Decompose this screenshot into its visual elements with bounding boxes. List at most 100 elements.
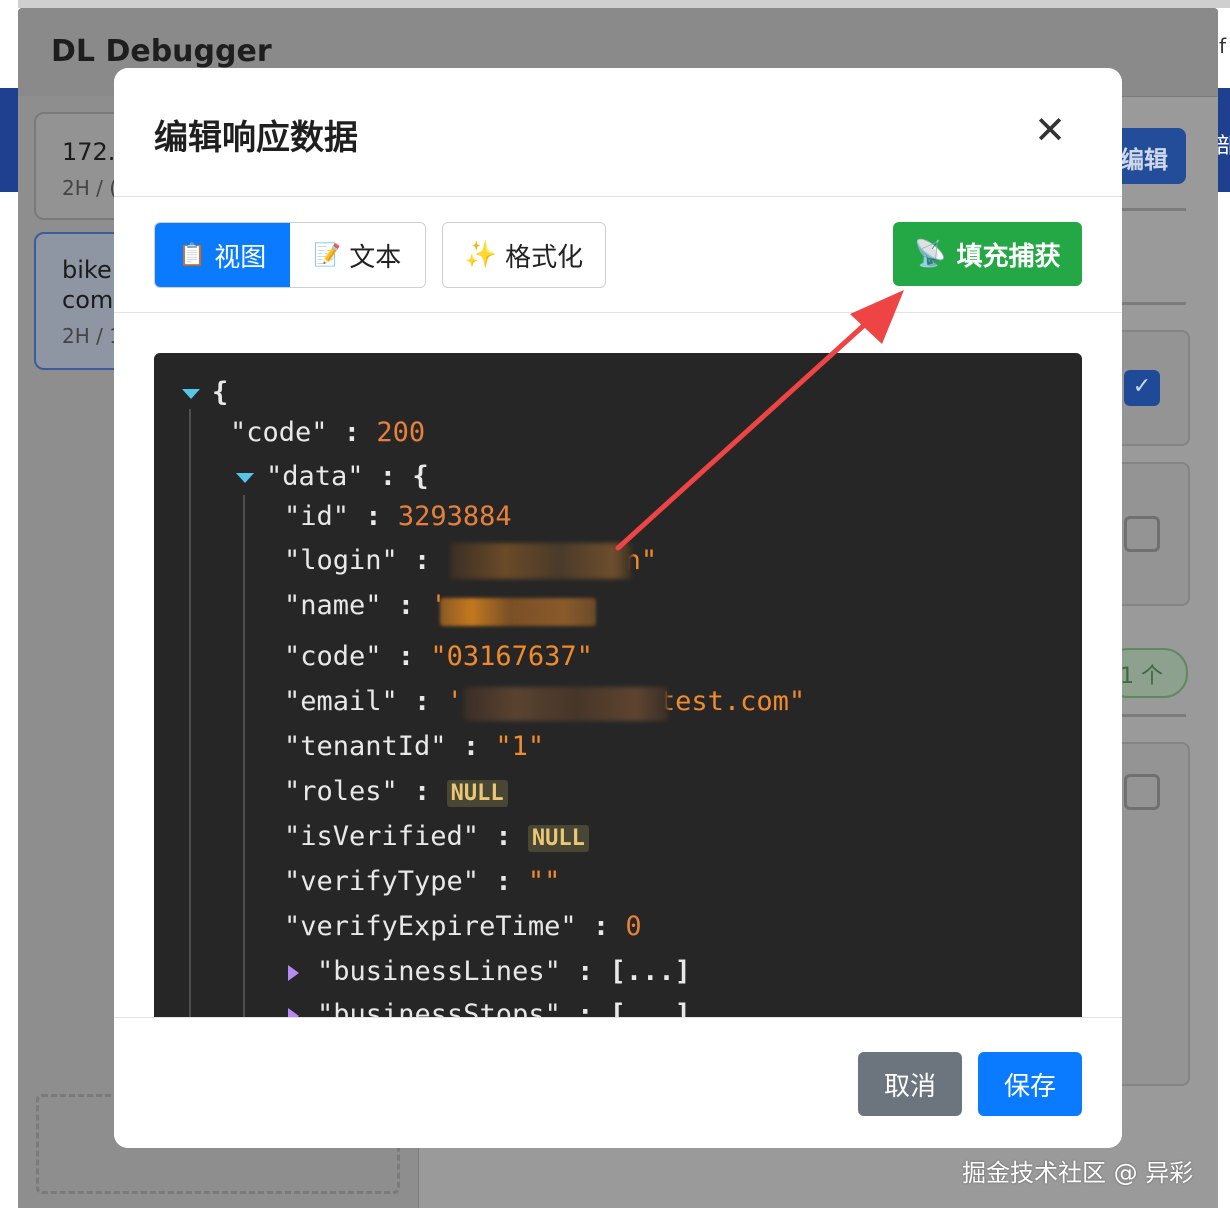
- json-sep: :: [349, 501, 398, 532]
- json-root-line[interactable]: {: [182, 377, 228, 408]
- edit-button-label: 编辑: [1120, 146, 1168, 174]
- checkbox[interactable]: [1124, 774, 1160, 810]
- divider: [1118, 714, 1186, 717]
- modal-header: 编辑响应数据 ✕: [114, 68, 1122, 197]
- tab-text[interactable]: 📝 文本: [290, 223, 425, 287]
- cancel-button[interactable]: 取消: [858, 1052, 962, 1116]
- json-tree-editor[interactable]: { "code" : 200 "data" : { "id" : 3293884…: [154, 353, 1082, 1017]
- checkbox[interactable]: [1124, 516, 1160, 552]
- json-key: "businessLines": [317, 956, 561, 987]
- json-line-data[interactable]: "data" : {: [236, 461, 429, 492]
- json-key: "code": [284, 641, 382, 672]
- indent-guide: [189, 409, 191, 1017]
- json-sep: :: [560, 956, 610, 987]
- fill-capture-label: 填充捕获: [956, 241, 1061, 272]
- json-line-roles[interactable]: "roles" : NULL: [284, 776, 508, 807]
- count-pill-label: 1 个: [1120, 664, 1163, 689]
- json-sep: :: [327, 417, 377, 448]
- checkbox-checked[interactable]: ✓: [1124, 370, 1160, 406]
- expand-arrow-icon[interactable]: [288, 1007, 299, 1017]
- json-value: 3293884: [397, 501, 512, 532]
- format-button-label: 格式化: [505, 242, 584, 273]
- tab-view-label: 视图: [214, 242, 267, 273]
- json-key: "id": [284, 501, 350, 532]
- json-sep: :: [446, 731, 496, 762]
- clipboard-icon: 📋: [178, 242, 207, 268]
- json-line-name[interactable]: "name" : ': [284, 590, 447, 621]
- json-sep: :: [381, 590, 431, 621]
- json-key: "data": [266, 461, 364, 492]
- json-key: "businessStops": [317, 999, 561, 1017]
- app-title: DL Debugger: [51, 34, 272, 69]
- format-button[interactable]: ✨ 格式化: [442, 222, 606, 288]
- json-key: "roles": [284, 776, 398, 807]
- json-key: "code": [230, 417, 328, 448]
- clipped-text: f: [1219, 34, 1227, 58]
- json-sep: :: [576, 911, 626, 942]
- modal-toolbar: 📋 视图 📝 文本 ✨ 格式化 📡 填充捕获: [114, 197, 1122, 313]
- collapse-arrow-icon[interactable]: [236, 472, 254, 483]
- save-button[interactable]: 保存: [978, 1052, 1082, 1116]
- json-key: "email": [284, 686, 398, 717]
- json-brace: {: [412, 461, 429, 492]
- json-key: "tenantId": [284, 731, 447, 762]
- memo-icon: 📝: [313, 242, 342, 268]
- sparkles-icon: ✨: [464, 240, 498, 270]
- json-collapsed-array: [...]: [609, 999, 691, 1017]
- request-host: bike: [62, 256, 112, 284]
- clipped-banner-text: 部: [1216, 134, 1230, 159]
- json-line-businessstops[interactable]: "businessStops" : [...]: [288, 999, 691, 1017]
- fill-capture-button[interactable]: 📡 填充捕获: [893, 222, 1082, 286]
- tab-text-label: 文本: [349, 242, 402, 273]
- json-brace: {: [212, 377, 229, 408]
- json-value: "03167637": [430, 641, 593, 672]
- json-null-badge: NULL: [527, 825, 589, 852]
- close-icon[interactable]: ✕: [1028, 108, 1072, 152]
- json-key: "name": [284, 590, 382, 621]
- request-host: 172.: [62, 138, 116, 166]
- json-sep: :: [397, 686, 447, 717]
- request-meta: 2H / 1: [62, 324, 122, 348]
- json-line-verifytype[interactable]: "verifyType" : "": [284, 866, 560, 897]
- json-value: 200: [376, 417, 426, 448]
- json-value: "": [527, 866, 561, 897]
- redacted-email: [464, 687, 668, 721]
- json-sep: :: [560, 999, 610, 1017]
- json-key: "login": [284, 545, 398, 576]
- json-sep: :: [363, 461, 413, 492]
- json-value: test.com": [658, 686, 806, 717]
- json-line-id[interactable]: "id" : 3293884: [284, 501, 512, 532]
- json-line-code-2[interactable]: "code" : "03167637": [284, 641, 593, 672]
- background-banner-left: [0, 88, 18, 192]
- json-collapsed-array: [...]: [609, 956, 691, 987]
- divider: [1118, 208, 1186, 211]
- indent-guide: [243, 495, 245, 1017]
- expand-arrow-icon[interactable]: [288, 964, 299, 981]
- collapse-arrow-icon[interactable]: [182, 388, 200, 399]
- request-host-cont: com: [62, 286, 114, 314]
- json-value: 0: [625, 911, 642, 942]
- json-value: "1": [495, 731, 545, 762]
- modal-title: 编辑响应数据: [154, 118, 358, 158]
- request-meta: 2H / (: [62, 176, 118, 200]
- json-sep: :: [479, 821, 528, 852]
- redacted-name: [440, 598, 596, 626]
- json-line-tenant[interactable]: "tenantId" : "1": [284, 731, 544, 762]
- view-mode-toggle: 📋 视图 📝 文本: [154, 222, 426, 288]
- redacted-login: [450, 543, 632, 579]
- json-sep: :: [397, 776, 447, 807]
- json-key: "verifyExpireTime": [284, 911, 577, 942]
- json-line-code[interactable]: "code" : 200: [230, 417, 425, 448]
- edit-response-modal: 编辑响应数据 ✕ 📋 视图 📝 文本 ✨ 格式化 📡 填充捕获 { "code"…: [114, 68, 1122, 1148]
- divider: [1118, 302, 1186, 305]
- browser-chrome-top: [0, 0, 1230, 8]
- json-line-businesslines[interactable]: "businessLines" : [...]: [288, 956, 691, 987]
- json-key: "isVerified": [284, 821, 480, 852]
- json-sep: :: [381, 641, 431, 672]
- tab-view[interactable]: 📋 视图: [155, 223, 290, 287]
- modal-footer: 取消 保存: [114, 1017, 1122, 1148]
- json-quote: ': [446, 686, 463, 717]
- json-sep: :: [479, 866, 528, 897]
- json-line-verified[interactable]: "isVerified" : NULL: [284, 821, 589, 852]
- json-line-expire[interactable]: "verifyExpireTime" : 0: [284, 911, 642, 942]
